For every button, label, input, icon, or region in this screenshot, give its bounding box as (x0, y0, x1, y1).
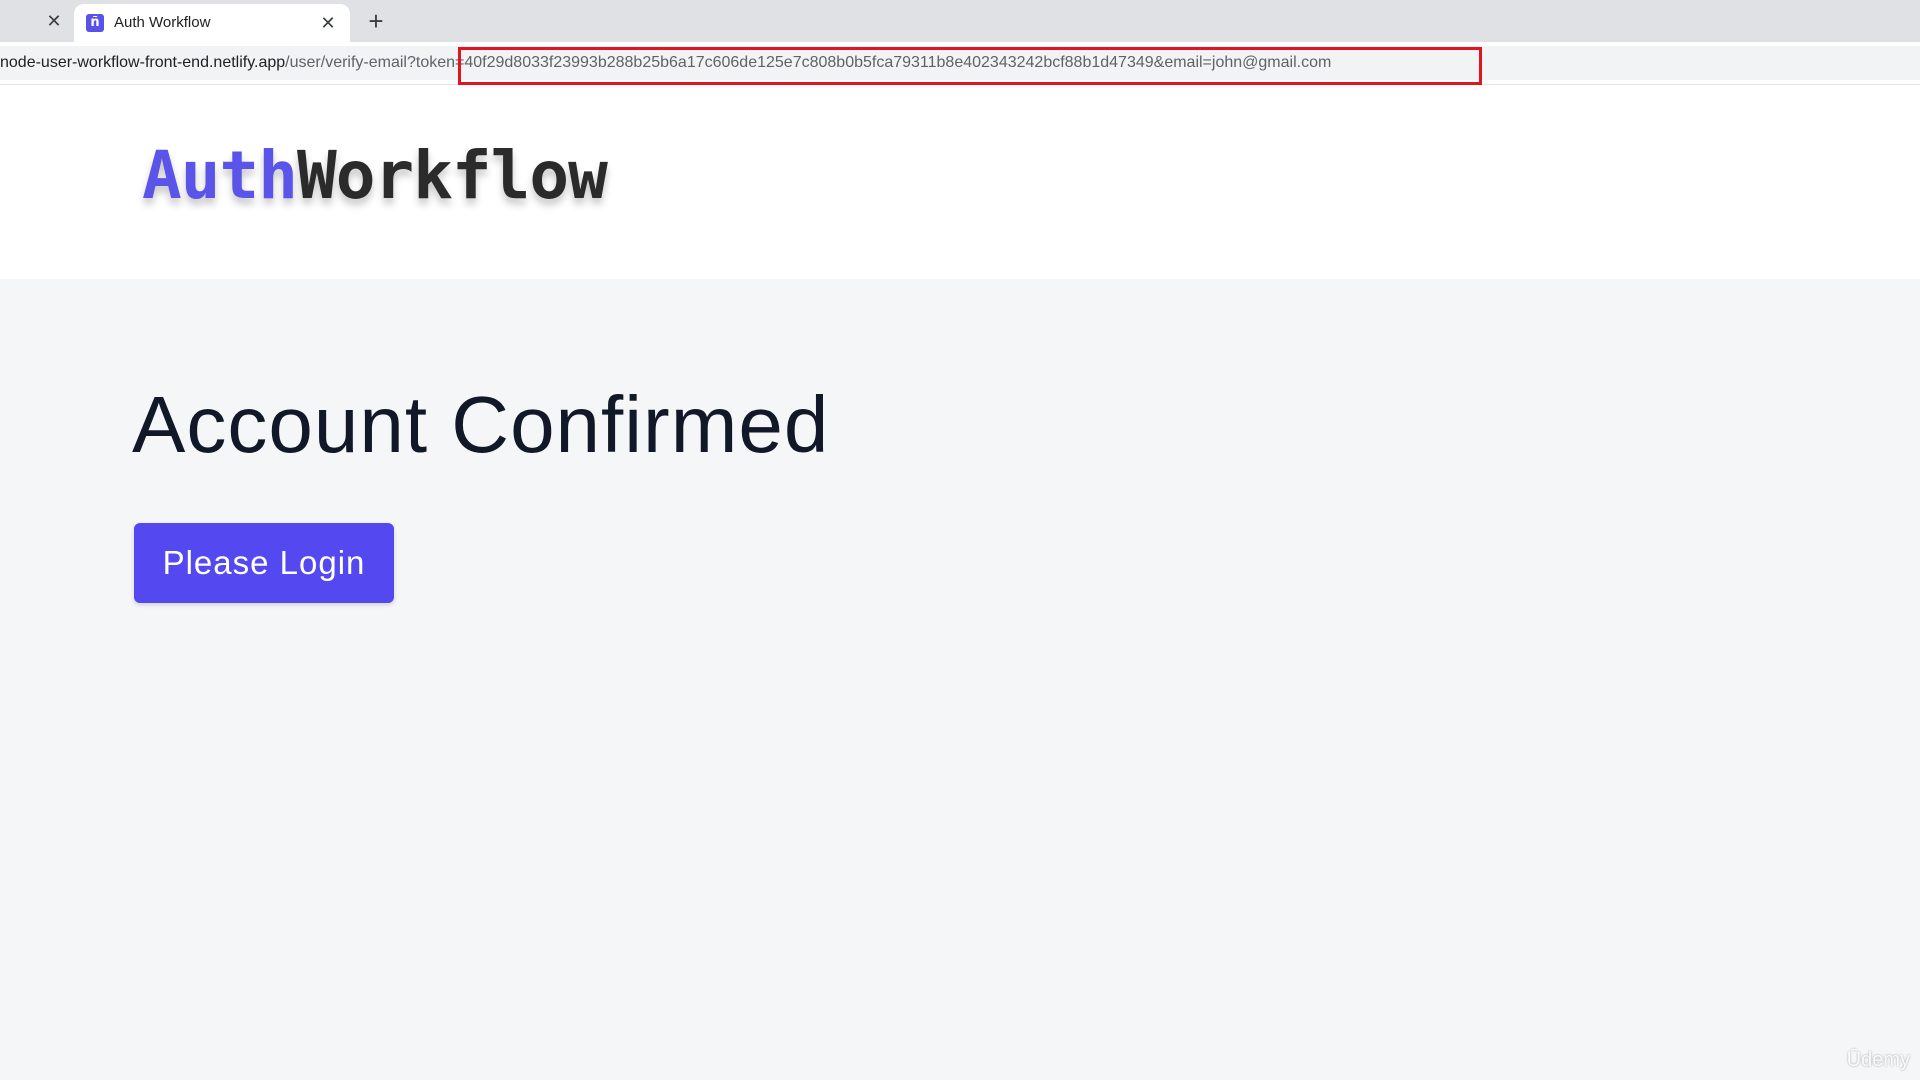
url-host: node-user-workflow-front-end.netlify.app (0, 54, 286, 71)
page-title: Account Confirmed (132, 380, 830, 469)
url-path: /user/verify-email? (285, 54, 416, 71)
address-bar[interactable]: node-user-workflow-front-end.netlify.app… (0, 46, 1920, 85)
close-tab-icon[interactable]: ✕ (318, 13, 338, 33)
main-content: Account Confirmed Please Login Ūdemy (0, 279, 1920, 1080)
logo-workflow: Workflow (296, 137, 608, 214)
close-tab-icon[interactable]: ✕ (44, 11, 64, 31)
watermark: Ūdemy (1846, 1049, 1910, 1071)
logo-auth: Auth (142, 137, 298, 214)
browser-toolbar: node-user-workflow-front-end.netlify.app… (0, 42, 1920, 85)
tab-auth-workflow[interactable]: ñ Auth Workflow ✕ (74, 4, 350, 42)
site-navbar: AuthWorkflow (0, 85, 1920, 279)
browser-tab-bar: ✕ ñ Auth Workflow ✕ + (0, 0, 1920, 42)
favicon-icon: ñ (86, 14, 104, 32)
logo[interactable]: AuthWorkflow (142, 137, 608, 214)
tab-title: Auth Workflow (114, 14, 211, 31)
highlight-box (458, 47, 1482, 85)
login-button[interactable]: Please Login (134, 523, 394, 603)
new-tab-icon[interactable]: + (362, 8, 390, 34)
